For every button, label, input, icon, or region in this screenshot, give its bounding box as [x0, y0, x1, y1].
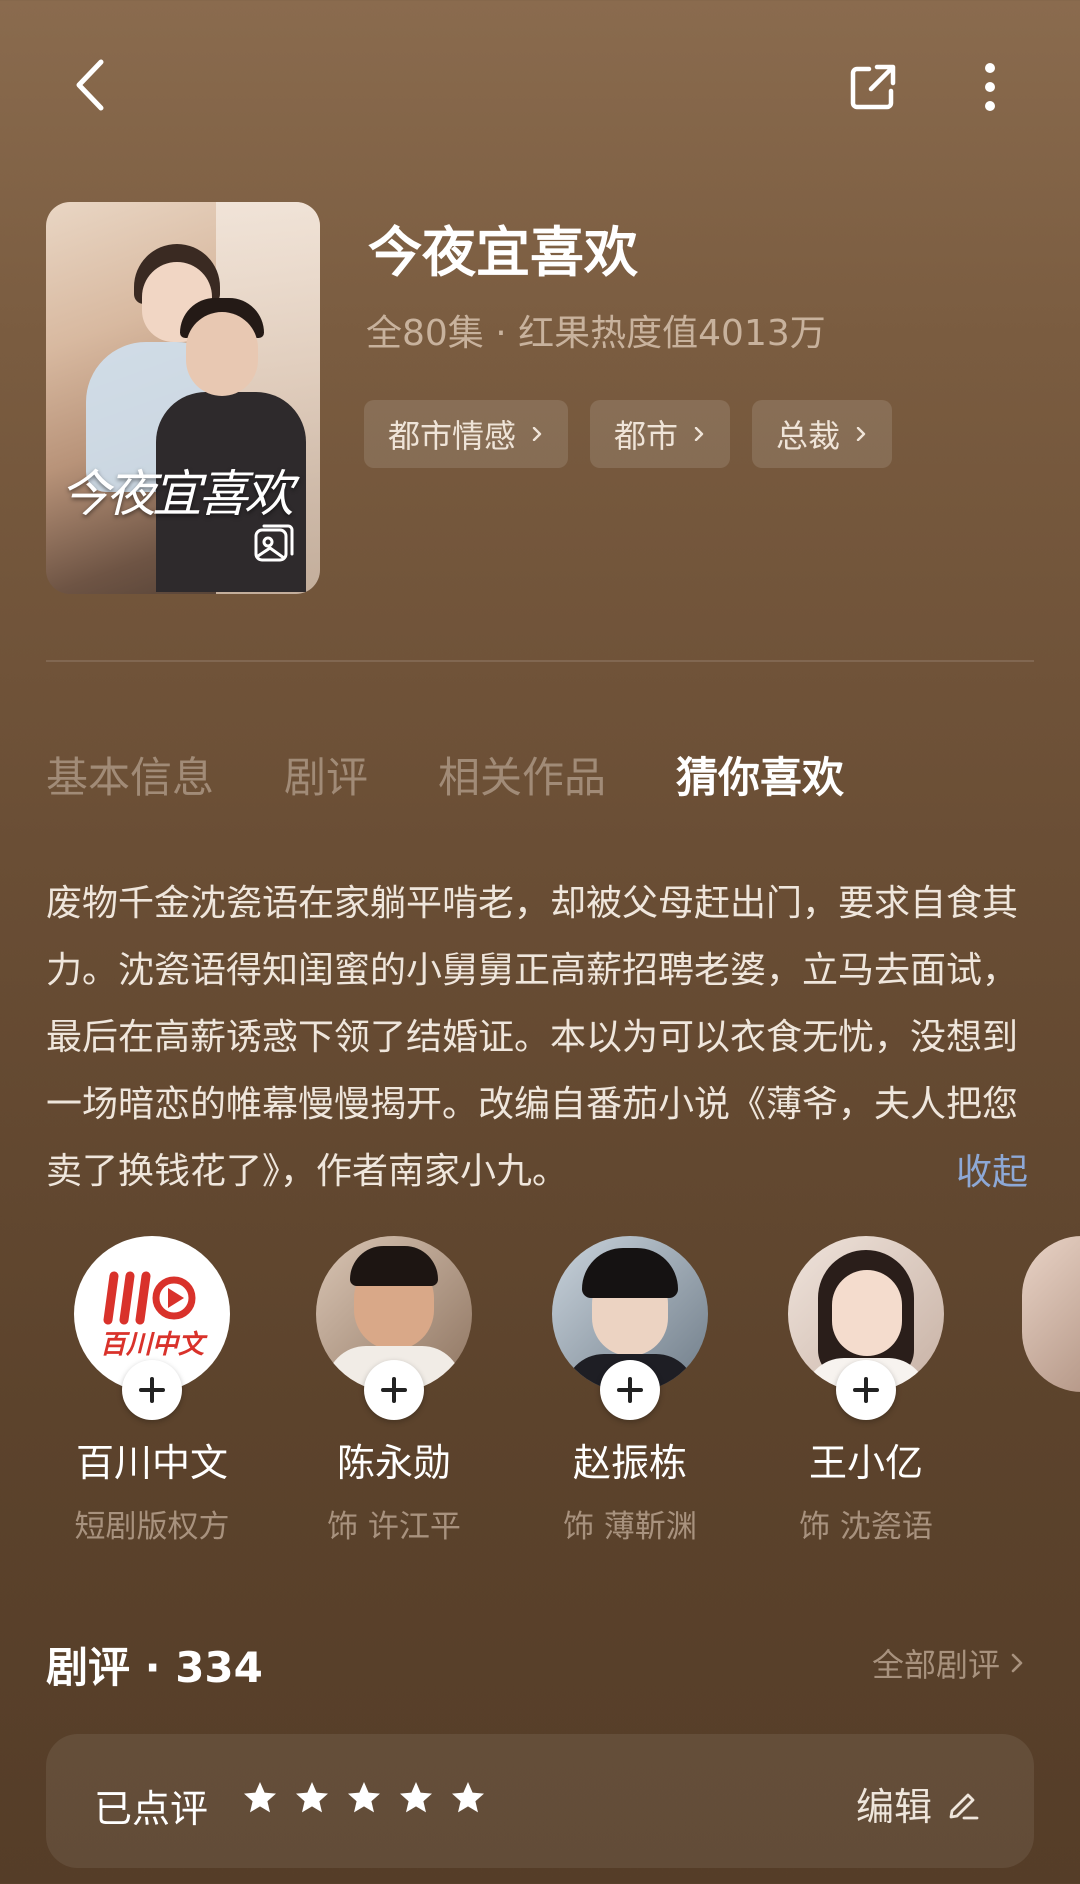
star-icon[interactable]: [450, 1780, 486, 1816]
share-button[interactable]: [838, 52, 908, 122]
tab-related-works[interactable]: 相关作品: [438, 744, 606, 805]
cover-title: 今夜宜喜欢: [60, 465, 294, 523]
plus-icon: [139, 1377, 165, 1403]
cast-item[interactable]: 赵振栋 饰 薄靳渊: [510, 1236, 750, 1546]
avatar-hair: [350, 1246, 438, 1286]
star-rating[interactable]: [242, 1780, 486, 1816]
plus-icon: [381, 1377, 407, 1403]
person-role: 饰 薄靳渊: [563, 1509, 697, 1545]
drama-title: 今夜宜喜欢: [368, 221, 638, 284]
cast-item[interactable]: 王小亿 饰 沈瓷语: [746, 1236, 986, 1546]
tab-reviews[interactable]: 剧评: [284, 744, 368, 805]
cast-list: 百川中文 百川中文 短剧版权方 陈永勋 饰 许江平 赵振栋 饰 薄靳渊 王小亿 …: [0, 1236, 1080, 1556]
genre-tags: 都市情感 都市 总裁: [364, 400, 893, 468]
tab-recommended[interactable]: 猜你喜欢: [676, 744, 844, 805]
cover-poster[interactable]: 今夜宜喜欢: [46, 202, 320, 594]
chevron-right-icon: [1011, 1653, 1023, 1673]
all-reviews-link[interactable]: 全部剧评: [872, 1640, 1024, 1686]
tag-urban[interactable]: 都市: [590, 400, 731, 468]
follow-button[interactable]: [364, 1360, 424, 1420]
top-bar: [0, 0, 1080, 170]
synopsis: 废物千金沈瓷语在家躺平啃老，却被父母赶出门，要求自食其力。沈瓷语得知闺蜜的小舅舅…: [46, 883, 1019, 1192]
cast-item[interactable]: 百川中文 百川中文 短剧版权方: [32, 1236, 272, 1546]
plus-icon: [853, 1377, 879, 1403]
cast-item[interactable]: 陈永勋 饰 许江平: [274, 1236, 514, 1546]
star-icon[interactable]: [398, 1780, 434, 1816]
person-name: 陈永勋: [336, 1441, 451, 1485]
drama-meta: 全80集 · 红果热度值4013万: [366, 313, 826, 354]
chevron-right-icon: [532, 427, 542, 441]
share-icon: [850, 64, 896, 110]
person-name: 百川中文: [75, 1441, 228, 1485]
person-role: 短剧版权方: [74, 1509, 230, 1545]
person-role: 饰 许江平: [327, 1509, 461, 1545]
baichuan-logo-text: 百川中文: [99, 1330, 204, 1360]
avatar-hair: [582, 1248, 678, 1298]
chevron-right-icon: [856, 427, 866, 441]
edit-review-button[interactable]: 编辑: [856, 1776, 980, 1831]
person-name: 王小亿: [808, 1441, 923, 1485]
tag-urban-romance[interactable]: 都市情感: [364, 400, 569, 468]
tag-label: 都市情感: [388, 417, 517, 455]
all-reviews-label: 全部剧评: [872, 1646, 1001, 1684]
tab-basic-info[interactable]: 基本信息: [46, 744, 214, 805]
more-button[interactable]: [960, 52, 1020, 122]
divider: [46, 660, 1034, 662]
follow-button[interactable]: [836, 1360, 896, 1420]
star-icon[interactable]: [294, 1780, 330, 1816]
reviews-heading: 剧评 · 334: [46, 1643, 263, 1692]
pencil-icon: [949, 1793, 979, 1819]
rated-label: 已点评: [94, 1787, 209, 1831]
tag-label: 总裁: [776, 417, 841, 455]
gallery-icon[interactable]: [252, 522, 296, 566]
avatar-face-front: [832, 1270, 902, 1356]
tab-bar: 基本信息 剧评 相关作品 猜你喜欢: [46, 744, 914, 805]
collapse-link[interactable]: 收起: [956, 1143, 1028, 1195]
person-name: 赵振栋: [572, 1441, 687, 1485]
edit-label: 编辑: [856, 1785, 933, 1829]
tag-label: 都市: [614, 417, 679, 455]
chevron-right-icon: [694, 427, 704, 441]
person-role: 饰 沈瓷语: [799, 1509, 933, 1545]
follow-button[interactable]: [600, 1360, 660, 1420]
back-arrow-icon: [76, 59, 104, 111]
star-icon[interactable]: [242, 1780, 278, 1816]
more-vertical-icon: [985, 63, 995, 111]
cover-figure-face-2: [186, 312, 258, 396]
my-review-card[interactable]: 已点评 编辑: [46, 1734, 1034, 1868]
plus-icon: [617, 1377, 643, 1403]
back-button[interactable]: [60, 50, 120, 120]
tag-ceo[interactable]: 总裁: [752, 400, 893, 468]
follow-button[interactable]: [122, 1360, 182, 1420]
star-icon[interactable]: [346, 1780, 382, 1816]
